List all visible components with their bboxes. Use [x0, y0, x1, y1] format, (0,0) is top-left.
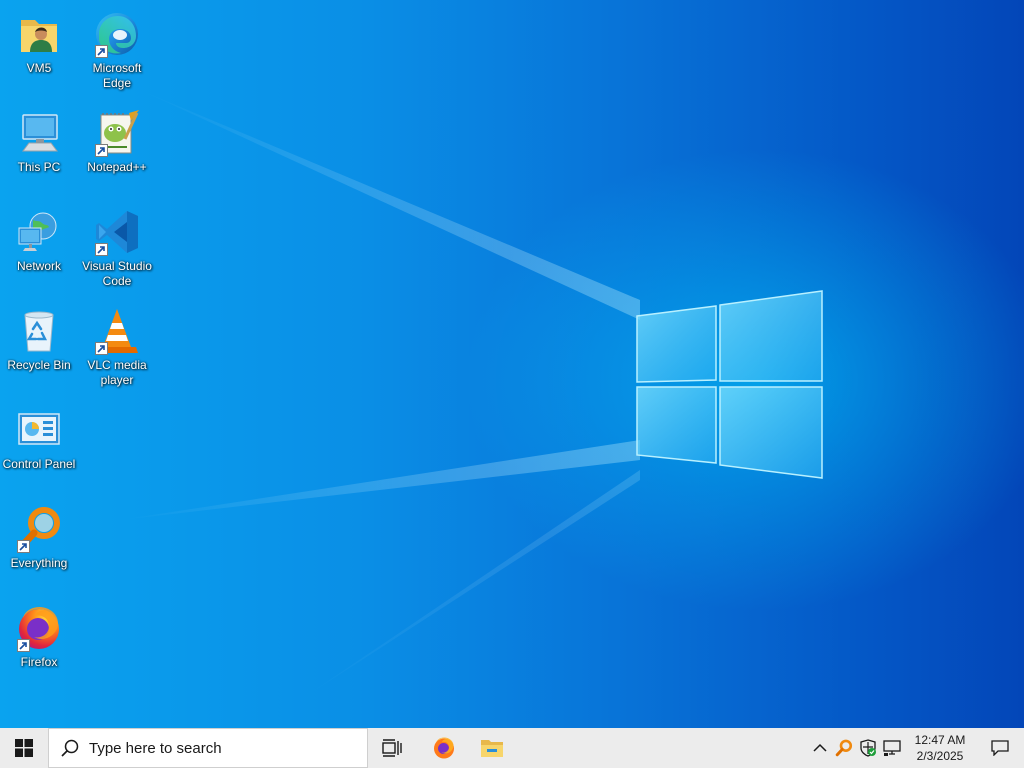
- shortcut-arrow-icon: [95, 243, 108, 256]
- computer-icon: [15, 109, 63, 157]
- vlc-icon: [93, 307, 141, 355]
- desktop-icon-label: Notepad++: [87, 160, 147, 174]
- desktop-icon-vlc[interactable]: VLC media player: [79, 303, 155, 395]
- desktop-icon-label: Control Panel: [2, 457, 76, 471]
- vscode-icon: [93, 208, 141, 256]
- file-explorer-icon: [481, 740, 503, 757]
- desktop-icon-control-panel[interactable]: Control Panel: [1, 402, 77, 494]
- desktop-icon-firefox[interactable]: Firefox: [1, 600, 77, 692]
- desktop-icon-everything[interactable]: Everything: [1, 501, 77, 593]
- security-icon: [860, 739, 876, 757]
- desktop-icon-vm5[interactable]: VM5: [1, 6, 77, 98]
- taskbar: Type here to search 12:47 AM 2/3/2025: [0, 728, 1024, 768]
- control-panel-icon: [15, 406, 63, 454]
- desktop-icon-label: This PC: [17, 160, 61, 174]
- network-icon: [15, 208, 63, 256]
- desktop-icon-label: Network: [16, 259, 61, 273]
- shortcut-arrow-icon: [95, 45, 108, 58]
- show-hidden-icons-button[interactable]: [808, 728, 832, 768]
- desktop-icon-this-pc[interactable]: This PC: [1, 105, 77, 197]
- start-button[interactable]: [0, 728, 48, 768]
- edge-icon: [93, 10, 141, 58]
- tray-security-button[interactable]: [856, 728, 880, 768]
- desktop-icon-label: Microsoft Edge: [92, 61, 142, 90]
- task-view-icon: [382, 739, 402, 757]
- clock-time: 12:47 AM: [914, 733, 966, 747]
- search-icon: [61, 739, 79, 757]
- everything-icon: [15, 505, 63, 553]
- network-icon: [883, 740, 901, 756]
- search-placeholder: Type here to search: [89, 739, 222, 757]
- user-folder-icon: [15, 10, 63, 58]
- action-center-button[interactable]: [976, 728, 1024, 768]
- notepadpp-icon: [93, 109, 141, 157]
- windows-logo-icon: [15, 739, 33, 757]
- everything-icon: [835, 739, 853, 757]
- firefox-icon: [15, 604, 63, 652]
- task-view-button[interactable]: [368, 728, 416, 768]
- system-tray: 12:47 AM 2/3/2025: [808, 728, 1024, 768]
- desktop-icon-label: Visual Studio Code: [82, 259, 152, 288]
- desktop-icon-label: Everything: [10, 556, 68, 570]
- tray-network-button[interactable]: [880, 728, 904, 768]
- desktop-icon-label: Firefox: [20, 655, 58, 669]
- shortcut-arrow-icon: [17, 639, 30, 652]
- shortcut-arrow-icon: [17, 540, 30, 553]
- desktop-icon-vscode[interactable]: Visual Studio Code: [79, 204, 155, 296]
- desktop-icon-label: VLC media player: [87, 358, 147, 387]
- notification-icon: [991, 740, 1009, 756]
- chevron-up-icon: [813, 743, 827, 752]
- shortcut-arrow-icon: [95, 144, 108, 157]
- desktop-icon-recycle-bin[interactable]: Recycle Bin: [1, 303, 77, 395]
- taskbar-search-box[interactable]: Type here to search: [48, 728, 368, 768]
- desktop-icon-notepadpp[interactable]: Notepad++: [79, 105, 155, 197]
- desktop-icon-microsoft-edge[interactable]: Microsoft Edge: [79, 6, 155, 98]
- taskbar-clock[interactable]: 12:47 AM 2/3/2025: [904, 728, 976, 768]
- desktop-icon-label: VM5: [26, 61, 52, 75]
- desktop-icon-network[interactable]: Network: [1, 204, 77, 296]
- tray-everything-button[interactable]: [832, 728, 856, 768]
- clock-date: 2/3/2025: [916, 749, 964, 763]
- recycle-bin-icon: [15, 307, 63, 355]
- taskbar-file-explorer-button[interactable]: [468, 728, 516, 768]
- taskbar-firefox-button[interactable]: [420, 728, 468, 768]
- firefox-icon: [434, 737, 454, 759]
- shortcut-arrow-icon: [95, 342, 108, 355]
- desktop-icon-label: Recycle Bin: [7, 358, 71, 372]
